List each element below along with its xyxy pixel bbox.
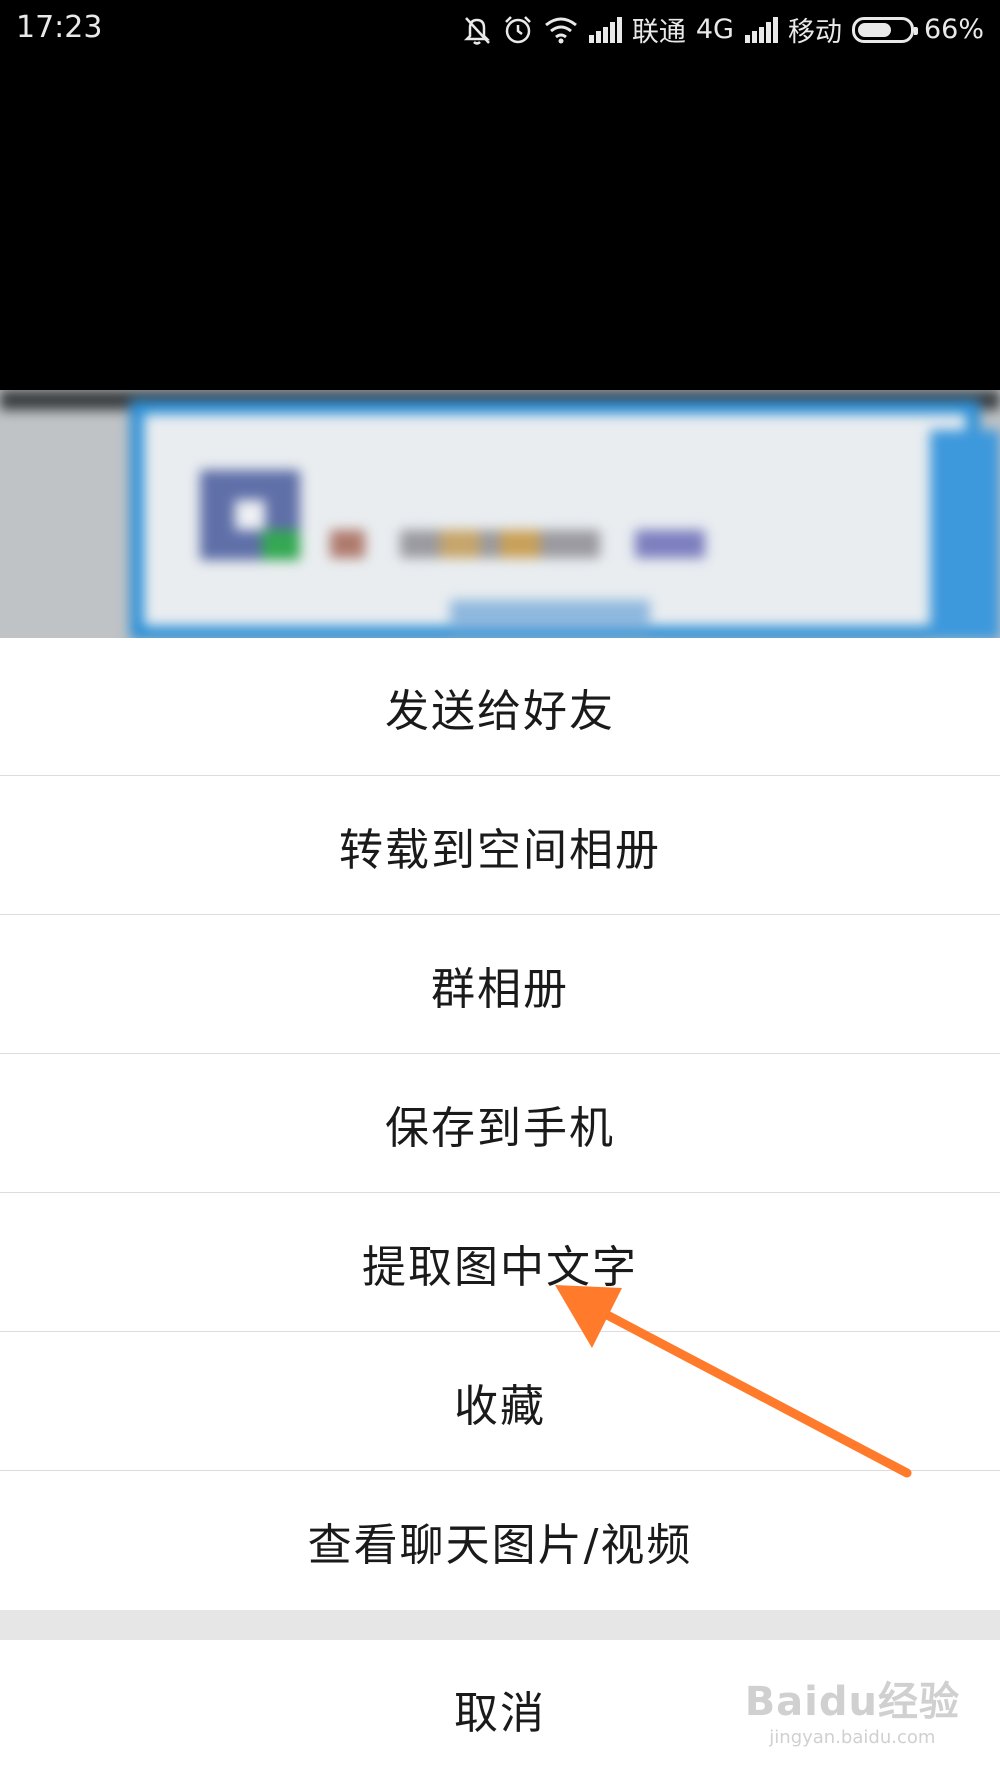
- favorite-button[interactable]: 收藏: [0, 1333, 1000, 1471]
- send-to-friend-button[interactable]: 发送给好友: [0, 638, 1000, 776]
- status-time: 17:23: [16, 10, 103, 45]
- watermark-logo: Baidu经验: [744, 1679, 960, 1725]
- alarm-icon: [502, 12, 534, 48]
- action-sheet: 发送给好友 转载到空间相册 群相册 保存到手机 提取图中文字 收藏 查看聊天图片…: [0, 638, 1000, 1778]
- status-bar: 17:23 联通 4G 移动 66%: [0, 0, 1000, 58]
- signal-icon: [588, 12, 622, 48]
- battery-percent: 66%: [923, 14, 984, 45]
- image-preview: [0, 390, 1000, 640]
- save-to-phone-button[interactable]: 保存到手机: [0, 1055, 1000, 1193]
- carrier-1: 联通: [631, 17, 686, 48]
- repost-to-space-album-button[interactable]: 转载到空间相册: [0, 777, 1000, 915]
- signal-icon: [744, 12, 778, 48]
- group-album-button[interactable]: 群相册: [0, 916, 1000, 1054]
- wifi-icon: [544, 12, 578, 48]
- battery-icon: [851, 16, 918, 43]
- watermark: Baidu经验 jingyan.baidu.com: [745, 1669, 960, 1748]
- carrier-2: 移动: [787, 17, 842, 48]
- battery-fill: [857, 22, 891, 37]
- status-indicators: 联通 4G 移动 66%: [462, 10, 984, 49]
- watermark-url: jingyan.baidu.com: [769, 1727, 936, 1748]
- mute-icon: [462, 12, 492, 48]
- network-type: 4G: [695, 14, 734, 45]
- view-chat-media-button[interactable]: 查看聊天图片/视频: [0, 1472, 1000, 1610]
- extract-text-button[interactable]: 提取图中文字: [0, 1194, 1000, 1332]
- sheet-divider: [0, 1610, 1000, 1640]
